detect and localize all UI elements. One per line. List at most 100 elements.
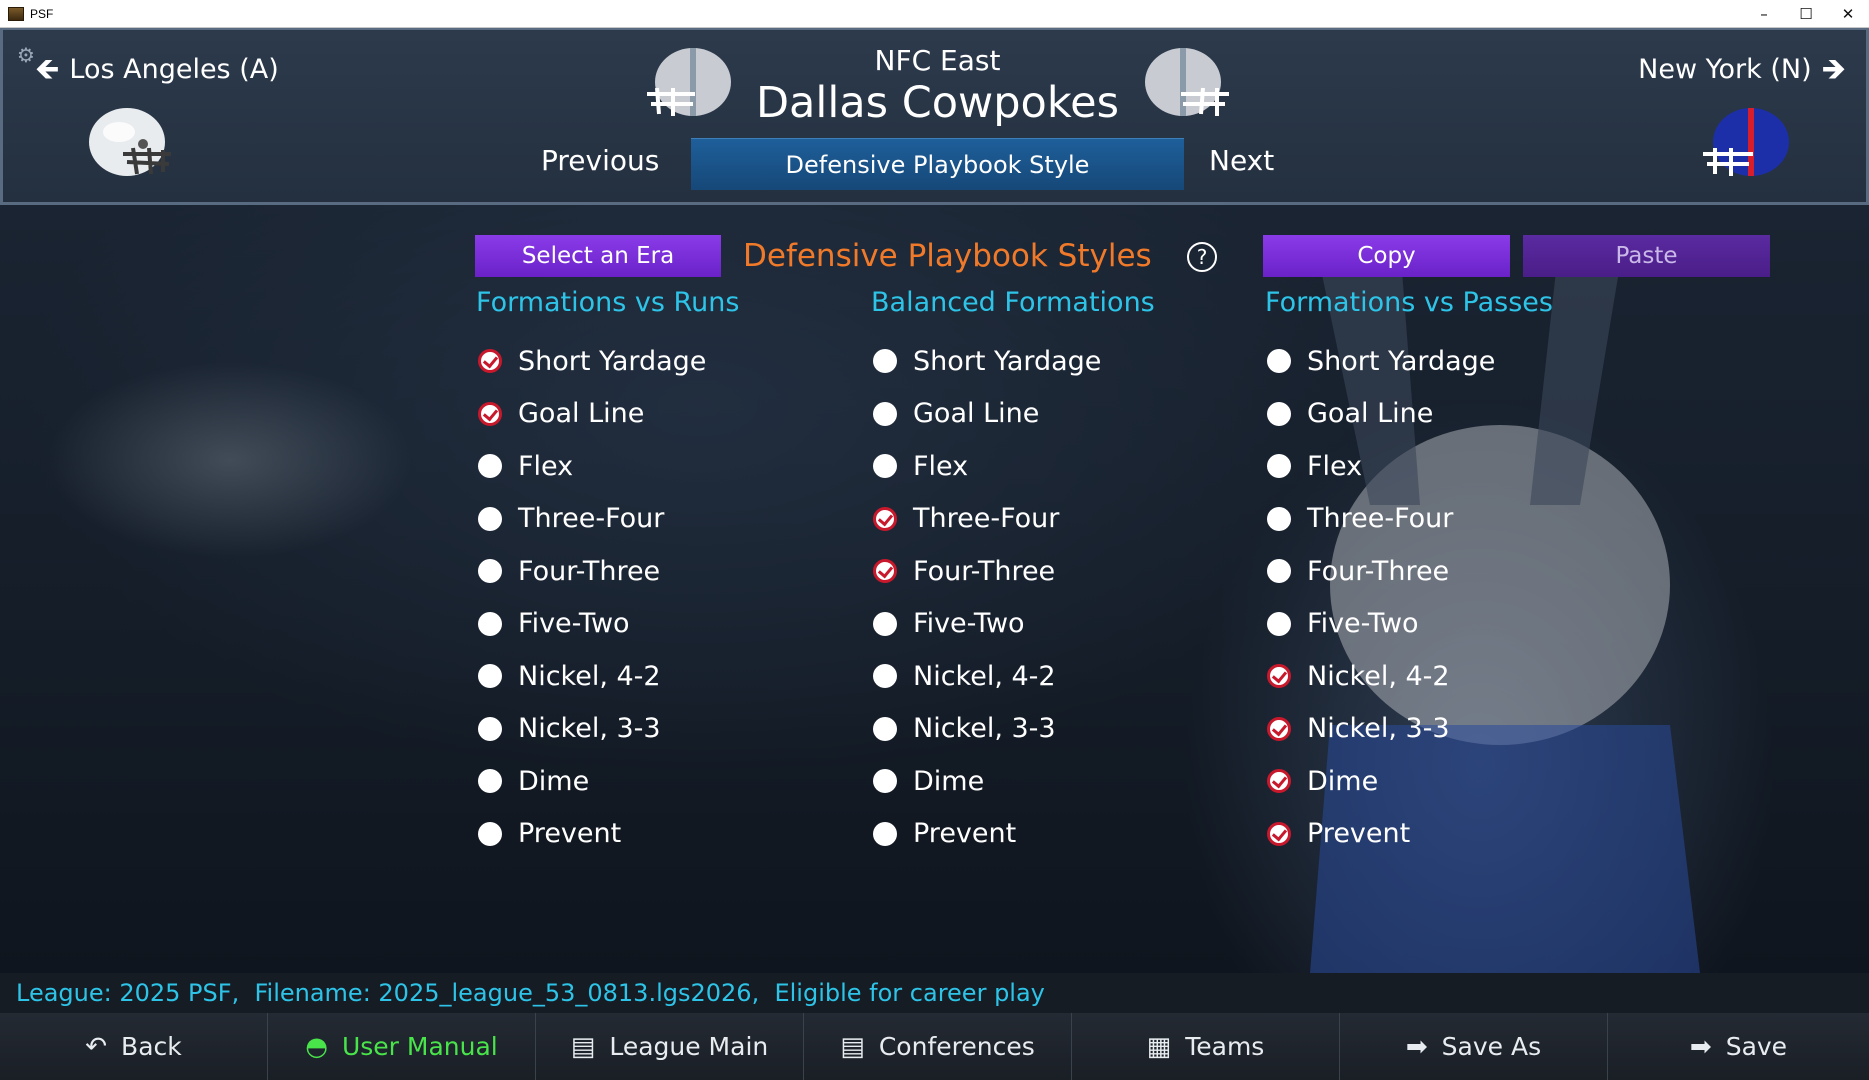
nav-button-teams[interactable]: ▦ Teams — [1072, 1013, 1340, 1080]
unchecked-radio-icon[interactable] — [478, 664, 502, 689]
formation-option[interactable]: Short Yardage — [476, 335, 836, 388]
formation-option[interactable]: Four-Three — [1265, 545, 1625, 598]
checked-radio-icon[interactable] — [478, 349, 502, 374]
formation-label: Nickel, 3-3 — [913, 713, 1056, 745]
unchecked-radio-icon[interactable] — [478, 769, 502, 794]
unchecked-radio-icon[interactable] — [873, 821, 897, 846]
formation-option[interactable]: Prevent — [1265, 808, 1625, 861]
formation-label: Goal Line — [518, 398, 645, 430]
formation-label: Nickel, 4-2 — [518, 660, 661, 692]
formation-option[interactable]: Short Yardage — [1265, 335, 1625, 388]
formation-label: Five-Two — [913, 608, 1025, 640]
copy-button[interactable]: Copy — [1263, 235, 1510, 277]
formation-option[interactable]: Dime — [871, 755, 1231, 808]
unchecked-radio-icon[interactable] — [478, 821, 502, 846]
helmet-icon: ◓ — [305, 1031, 328, 1062]
unchecked-radio-icon[interactable] — [1267, 506, 1291, 531]
checked-radio-icon[interactable] — [478, 401, 502, 426]
nav-button-league-main[interactable]: ▤ League Main — [536, 1013, 804, 1080]
paste-button[interactable]: Paste — [1523, 235, 1770, 277]
checked-radio-icon[interactable] — [1267, 821, 1291, 846]
maximize-icon[interactable]: ☐ — [1785, 0, 1827, 28]
right-arrow-icon: ➡ — [1405, 1031, 1428, 1062]
unchecked-radio-icon[interactable] — [873, 716, 897, 741]
formation-label: Nickel, 3-3 — [518, 713, 661, 745]
formation-option[interactable]: Flex — [1265, 440, 1625, 493]
formation-option[interactable]: Nickel, 3-3 — [476, 703, 836, 756]
unchecked-radio-icon[interactable] — [873, 401, 897, 426]
formation-label: Five-Two — [1307, 608, 1419, 640]
formation-label: Nickel, 3-3 — [1307, 713, 1450, 745]
formation-option[interactable]: Four-Three — [476, 545, 836, 598]
checked-radio-icon[interactable] — [873, 506, 897, 531]
nav-button-save-as[interactable]: ➡ Save As — [1340, 1013, 1608, 1080]
unchecked-radio-icon[interactable] — [873, 769, 897, 794]
checked-radio-icon[interactable] — [873, 559, 897, 584]
back-arrow-icon: ↶ — [85, 1031, 108, 1062]
unchecked-radio-icon[interactable] — [1267, 349, 1291, 374]
formation-option[interactable]: Goal Line — [1265, 388, 1625, 441]
formation-option[interactable]: Nickel, 4-2 — [476, 650, 836, 703]
formation-option[interactable]: Dime — [476, 755, 836, 808]
nav-button-conferences[interactable]: ▤ Conferences — [804, 1013, 1072, 1080]
select-era-button[interactable]: Select an Era — [475, 235, 721, 277]
unchecked-radio-icon[interactable] — [873, 664, 897, 689]
checked-radio-icon[interactable] — [1267, 769, 1291, 794]
window-controls: – ☐ ✕ — [1743, 0, 1869, 28]
nav-button-save[interactable]: ➡ Save — [1608, 1013, 1869, 1080]
unchecked-radio-icon[interactable] — [478, 716, 502, 741]
formation-option[interactable]: Five-Two — [1265, 598, 1625, 651]
formation-label: Four-Three — [518, 555, 661, 587]
formation-label: Prevent — [913, 818, 1017, 850]
next-team-link[interactable]: New York (N) 🡺 — [1638, 54, 1846, 85]
next-button[interactable]: Next — [1209, 144, 1274, 177]
division-label: NFC East — [874, 44, 1001, 77]
formation-option[interactable]: Five-Two — [871, 598, 1231, 651]
formation-label: Goal Line — [1307, 398, 1434, 430]
unchecked-radio-icon[interactable] — [873, 611, 897, 636]
formation-option[interactable]: Dime — [1265, 755, 1625, 808]
formation-label: Flex — [913, 450, 969, 482]
previous-button[interactable]: Previous — [541, 144, 659, 177]
formation-option[interactable]: Short Yardage — [871, 335, 1231, 388]
formation-option[interactable]: Goal Line — [871, 388, 1231, 441]
unchecked-radio-icon[interactable] — [873, 349, 897, 374]
unchecked-radio-icon[interactable] — [478, 559, 502, 584]
formation-option[interactable]: Nickel, 3-3 — [871, 703, 1231, 756]
unchecked-radio-icon[interactable] — [873, 454, 897, 479]
formation-option[interactable]: Goal Line — [476, 388, 836, 441]
formation-label: Three-Four — [1307, 503, 1454, 535]
formation-option[interactable]: Four-Three — [871, 545, 1231, 598]
minimize-icon[interactable]: – — [1743, 0, 1785, 28]
formation-option[interactable]: Flex — [871, 440, 1231, 493]
formation-label: Dime — [518, 765, 590, 797]
checked-radio-icon[interactable] — [1267, 664, 1291, 689]
formation-option[interactable]: Nickel, 4-2 — [871, 650, 1231, 703]
unchecked-radio-icon[interactable] — [1267, 401, 1291, 426]
unchecked-radio-icon[interactable] — [478, 611, 502, 636]
checked-radio-icon[interactable] — [1267, 716, 1291, 741]
formation-label: Dime — [913, 765, 985, 797]
formation-option[interactable]: Five-Two — [476, 598, 836, 651]
help-icon[interactable]: ? — [1187, 242, 1217, 272]
formation-option[interactable]: Nickel, 3-3 — [1265, 703, 1625, 756]
formation-option[interactable]: Three-Four — [476, 493, 836, 546]
formation-label: Short Yardage — [1307, 345, 1496, 377]
formation-option[interactable]: Three-Four — [871, 493, 1231, 546]
nav-button-label: Teams — [1185, 1032, 1265, 1061]
unchecked-radio-icon[interactable] — [1267, 611, 1291, 636]
next-team-helmet-icon[interactable] — [1697, 102, 1793, 182]
unchecked-radio-icon[interactable] — [478, 506, 502, 531]
formation-option[interactable]: Prevent — [871, 808, 1231, 861]
unchecked-radio-icon[interactable] — [478, 454, 502, 479]
close-icon[interactable]: ✕ — [1827, 0, 1869, 28]
formation-option[interactable]: Nickel, 4-2 — [1265, 650, 1625, 703]
formation-option[interactable]: Three-Four — [1265, 493, 1625, 546]
nav-button-back[interactable]: ↶ Back — [0, 1013, 268, 1080]
unchecked-radio-icon[interactable] — [1267, 559, 1291, 584]
formation-option[interactable]: Prevent — [476, 808, 836, 861]
unchecked-radio-icon[interactable] — [1267, 454, 1291, 479]
team-header: ⚙ 🡸 Los Angeles (A) NFC East Dallas Cowp… — [0, 28, 1869, 205]
nav-button-user-manual[interactable]: ◓ User Manual — [268, 1013, 536, 1080]
formation-option[interactable]: Flex — [476, 440, 836, 493]
